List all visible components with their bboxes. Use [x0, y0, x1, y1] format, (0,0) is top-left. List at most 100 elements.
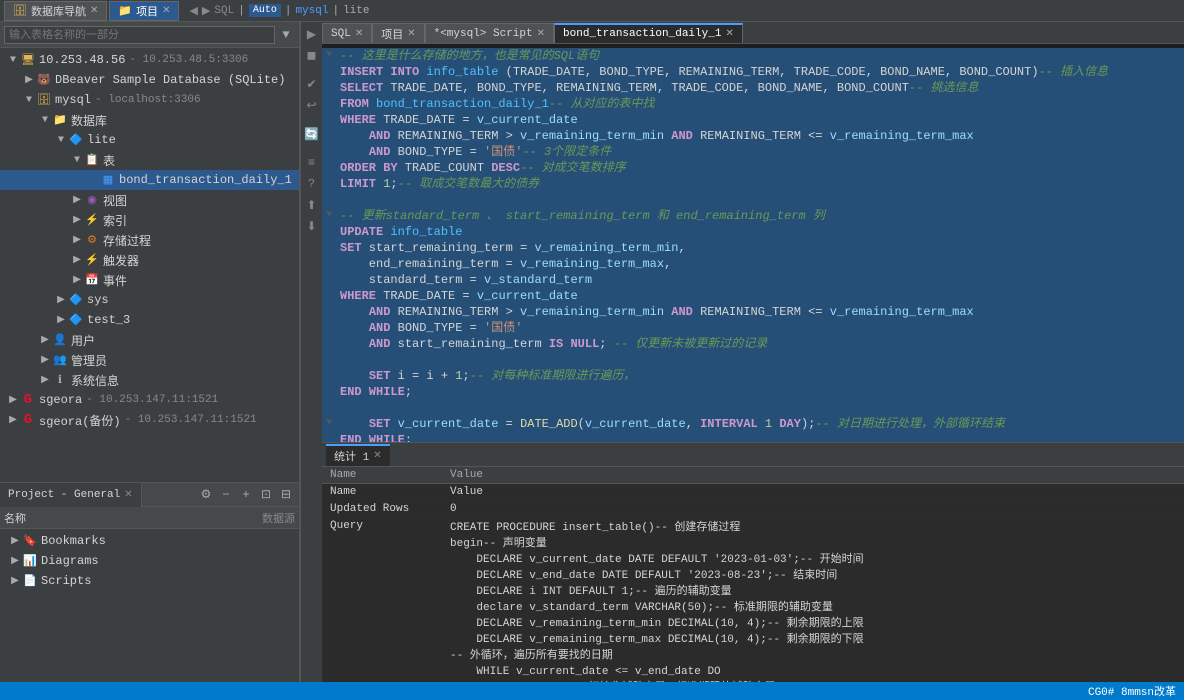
editor-tab-bond-close[interactable]: ✕ [725, 28, 733, 40]
project-item-diagrams[interactable]: ▶ 📊 Diagrams [0, 551, 299, 571]
code-line: SET i = i + 1;-- 对每种标准期限进行遍历， [322, 368, 1184, 384]
side-rollback-icon[interactable]: ↩ [302, 95, 322, 115]
dbeaver-icon: 🐻 [36, 72, 52, 88]
users-icon: 👤 [52, 332, 68, 348]
tree-arrow-sysinfo: ▶ [38, 373, 52, 387]
tree-arrow-admins: ▶ [38, 353, 52, 367]
admins-icon: 👥 [52, 352, 68, 368]
tab-close-project[interactable]: ✕ [162, 5, 170, 17]
tree-item-mysql[interactable]: ▼ 🗄 mysql - localhost:3306 [0, 90, 299, 110]
code-line: AND BOND_TYPE = '国债'-- 3个限定条件 [322, 144, 1184, 160]
code-line: end_remaining_term = v_remaining_term_ma… [322, 256, 1184, 272]
code-line [322, 400, 1184, 416]
tree-item-databases[interactable]: ▼ 📁 数据库 [0, 110, 299, 130]
project-restore-icon[interactable]: ⊡ [257, 486, 275, 504]
status-text: CG0# 8mmsn改革 [1088, 683, 1176, 699]
project-item-scripts[interactable]: ▶ 📄 Scripts [0, 571, 299, 591]
code-line: SELECT TRADE_DATE, BOND_TYPE, REMAINING_… [322, 80, 1184, 96]
nav-mysql[interactable]: mysql [295, 5, 328, 17]
tree-item-procs[interactable]: ▶ ⚙ 存储过程 [0, 230, 299, 250]
project-tree[interactable]: ▶ 🔖 Bookmarks ▶ 📊 Diagrams ▶ 📄 Scripts [0, 529, 299, 682]
tree-item-views[interactable]: ▶ ◉ 视图 [0, 190, 299, 210]
side-export-icon[interactable]: ⬆ [302, 195, 322, 215]
tree-item-sys[interactable]: ▶ 🔷 sys [0, 290, 299, 310]
sgeora-bak-icon: G [20, 412, 36, 428]
col-name: Name [322, 467, 442, 484]
side-explain-icon[interactable]: ? [302, 174, 322, 194]
project-gear-icon[interactable]: ⚙ [197, 486, 215, 504]
nav-sep3: | [332, 5, 339, 17]
tree-item-sgeora[interactable]: ▶ G sgeora - 10.253.147.11:1521 [0, 390, 299, 410]
stats-scroll[interactable]: Name Value Name Value Updated Rows 0 [322, 467, 1184, 682]
tree-item-events[interactable]: ▶ 📅 事件 [0, 270, 299, 290]
project-tab[interactable]: Project - General ✕ [0, 483, 142, 507]
side-auto-icon[interactable]: 🔄 [302, 124, 322, 144]
project-item-bookmarks[interactable]: ▶ 🔖 Bookmarks [0, 531, 299, 551]
stats-tab-close[interactable]: ✕ [373, 450, 381, 462]
editor-tab-script-close[interactable]: ✕ [537, 28, 545, 40]
side-import-icon[interactable]: ⬇ [302, 216, 322, 236]
tree-item-server1[interactable]: ▼ 🖥 10.253.48.56 - 10.253.48.5:3306 [0, 50, 299, 70]
side-format-icon[interactable]: ≡ [302, 153, 322, 173]
search-input[interactable] [4, 26, 275, 44]
editor-tab-script[interactable]: *<mysql> Script ✕ [425, 23, 554, 43]
stats-table: Name Value Name Value Updated Rows 0 [322, 467, 1184, 682]
side-toolbar: ▶ ◼ ✔ ↩ 🔄 ≡ ? ⬆ ⬇ [300, 22, 322, 682]
nav-sql[interactable]: SQL [214, 5, 234, 17]
status-bar: CG0# 8mmsn改革 [0, 682, 1184, 700]
mysql-icon: 🗄 [36, 92, 52, 108]
editor-tab-project[interactable]: 项目 ✕ [372, 23, 424, 43]
tree-item-lite[interactable]: ▼ 🔷 lite [0, 130, 299, 150]
code-editor[interactable]: ▼ -- 这里是什么存储的地方，也是常见的SQL语句 INSERT INTO i… [322, 44, 1184, 442]
nav-lite[interactable]: lite [343, 5, 369, 17]
project-minus-icon[interactable]: − [217, 486, 235, 504]
tree-item-sysinfo[interactable]: ▶ ℹ 系统信息 [0, 370, 299, 390]
query-value: CREATE PROCEDURE insert_table()-- 创建存储过程… [450, 520, 1176, 682]
tab-project[interactable]: 📁 项目 ✕ [109, 1, 179, 21]
code-line: ▼ -- 更新standard_term 、 start_remaining_t… [322, 208, 1184, 224]
side-commit-icon[interactable]: ✔ [302, 74, 322, 94]
project-icon: 📁 [118, 4, 132, 18]
project-minimize-icon[interactable]: ⊟ [277, 486, 295, 504]
tree-item-tables-folder[interactable]: ▼ 📋 表 [0, 150, 299, 170]
nav-forward[interactable]: ▶ [202, 4, 210, 18]
tree-item-dbeaver[interactable]: ▶ 🐻 DBeaver Sample Database (SQLite) [0, 70, 299, 90]
tab-database-nav[interactable]: 🗄 数据库导航 ✕ [4, 1, 107, 21]
tab-close-db[interactable]: ✕ [90, 5, 98, 17]
nav-auto[interactable]: Auto [249, 4, 281, 17]
project-tab-close[interactable]: ✕ [124, 489, 132, 501]
tree-item-test3[interactable]: ▶ 🔷 test_3 [0, 310, 299, 330]
editor-tab-project-close[interactable]: ✕ [407, 28, 415, 40]
tree-item-users[interactable]: ▶ 👤 用户 [0, 330, 299, 350]
tree-arrow-triggers: ▶ [70, 253, 84, 267]
tree-item-triggers[interactable]: ▶ ⚡ 触发器 [0, 250, 299, 270]
editor-tab-bond[interactable]: bond_transaction_daily_1 ✕ [554, 23, 743, 43]
tree-arrow-sys: ▶ [54, 293, 68, 307]
views-icon: ◉ [84, 192, 100, 208]
bond-table-icon: ▦ [100, 172, 116, 188]
tree-item-bond-table[interactable]: ▦ bond_transaction_daily_1 [0, 170, 299, 190]
main-tab-bar: 🗄 数据库导航 ✕ 📁 项目 ✕ ◀ ▶ SQL | Auto | mysql … [0, 0, 1184, 22]
tree-item-sgeora-bak[interactable]: ▶ G sgeora(备份) - 10.253.147.11:1521 [0, 410, 299, 430]
db-icon: 🗄 [13, 4, 27, 18]
editor-tab-sql-close[interactable]: ✕ [355, 28, 363, 40]
project-plus-icon[interactable]: + [237, 486, 255, 504]
editor-tab-sql[interactable]: SQL ✕ [322, 23, 372, 43]
nav-back[interactable]: ◀ [189, 4, 197, 18]
tree-item-admins[interactable]: ▶ 👥 管理员 [0, 350, 299, 370]
nav-buttons: ◀ ▶ SQL | Auto | mysql | lite [181, 4, 1180, 18]
tree-item-indexes[interactable]: ▶ ⚡ 索引 [0, 210, 299, 230]
left-toolbar: ▼ [0, 22, 299, 48]
side-run-icon[interactable]: ▶ [302, 24, 322, 44]
stats-tab[interactable]: 统计 1 ✕ [326, 444, 390, 466]
filter-icon[interactable]: ▼ [277, 26, 295, 44]
stats-tab-bar: 统计 1 ✕ [322, 443, 1184, 467]
project-tab-icons: ⚙ − + ⊡ ⊟ [193, 486, 299, 504]
side-stop-icon[interactable]: ◼ [302, 45, 322, 65]
sys-icon: 🔷 [68, 292, 84, 308]
right-panel: SQL ✕ 项目 ✕ *<mysql> Script ✕ bond_transa… [322, 22, 1184, 682]
tree-arrow-mysql: ▼ [22, 93, 36, 107]
tree-arrow-users: ▶ [38, 333, 52, 347]
database-tree[interactable]: ▼ 🖥 10.253.48.56 - 10.253.48.5:3306 ▶ 🐻 … [0, 48, 299, 482]
procs-icon: ⚙ [84, 232, 100, 248]
